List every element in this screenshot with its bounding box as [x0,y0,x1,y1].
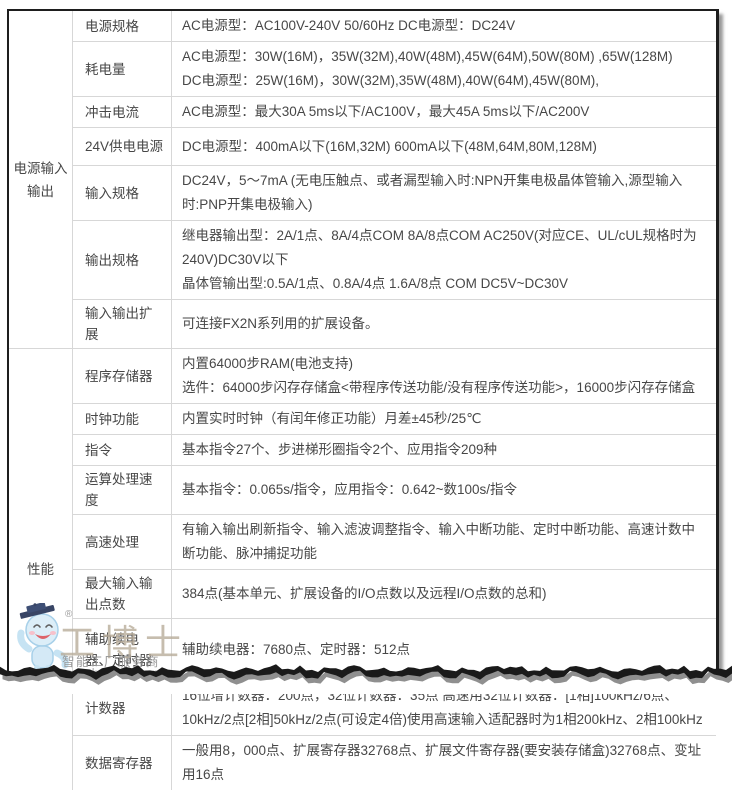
table-row: 高速处理有输入输出刷新指令、输入滤波调整指令、输入中断功能、定时中断功能、高速计… [9,515,716,570]
spec-label-cell: 时钟功能 [73,404,172,435]
spec-value-cell: DC电源型：400mA以下(16M,32M) 600mA以下(48M,64M,8… [172,128,717,166]
spec-value-cell: 内置实时时钟（有闰年修正功能）月差±45秒/25℃ [172,404,717,435]
spec-value-cell: 内置64000步RAM(电池支持)选件：64000步闪存存储盒<带程序传送功能/… [172,349,717,404]
spec-value-line: 基本指令27个、步进梯形圈指令2个、应用指令209种 [182,438,708,462]
spec-value-line: DC电源型：25W(16M)，30W(32M),35W(48M),40W(64M… [182,69,708,93]
table-row: 输出规格继电器输出型：2A/1点、8A/4点COM 8A/8点COM AC250… [9,221,716,300]
spec-value-cell: 基本指令：0.065s/指令，应用指令：0.642~数100s/指令 [172,466,717,515]
spec-label-cell: 输出规格 [73,221,172,300]
spec-label-cell: 运算处理速度 [73,466,172,515]
spec-value-line: AC电源型：最大30A 5ms以下/AC100V，最大45A 5ms以下/AC2… [182,100,708,124]
table-row: 数据寄存器一般用8，000点、扩展寄存器32768点、扩展文件寄存器(要安装存储… [9,736,716,790]
spec-value-line: 选件：64000步闪存存储盒<带程序传送功能/没有程序传送功能>，16000步闪… [182,376,708,400]
table-row: 电源输入输出电源规格AC电源型：AC100V-240V 50/60Hz DC电源… [9,11,716,42]
spec-label-cell: 指令 [73,435,172,466]
spec-value-cell: DC24V，5～7mA (无电压触点、或者漏型输入时:NPN开集电极晶体管输入,… [172,166,717,221]
table-row: 输入输出扩展可连接FX2N系列用的扩展设备。 [9,300,716,349]
table-row: 耗电量 AC电源型：30W(16M)，35W(32M),40W(48M),45W(… [9,42,716,97]
spec-label-cell: 输入规格 [73,166,172,221]
spec-value-cell: 继电器输出型：2A/1点、8A/4点COM 8A/8点COM AC250V(对应… [172,221,717,300]
spec-value-cell: AC电源型：AC100V-240V 50/60Hz DC电源型：DC24V [172,11,717,42]
spec-value-line: 有输入输出刷新指令、输入滤波调整指令、输入中断功能、定时中断功能、高速计数中断功… [182,518,708,566]
spec-category-cell: 性能 [9,349,73,790]
spec-value-line: DC24V，5～7mA (无电压触点、或者漏型输入时:NPN开集电极晶体管输入,… [182,169,708,217]
spec-label-cell: 数据寄存器 [73,736,172,790]
spec-sheet-page: 电源输入输出电源规格 AC电源型：AC100V-240V 50/60Hz DC电源… [7,9,719,672]
spec-value-line: 384点(基本单元、扩展设备的I/O点数以及远程I/O点数的总和) [182,582,708,606]
spec-label-cell: 冲击电流 [73,97,172,128]
spec-value-cell: 384点(基本单元、扩展设备的I/O点数以及远程I/O点数的总和) [172,570,717,619]
spec-value-cell: 基本指令27个、步进梯形圈指令2个、应用指令209种 [172,435,717,466]
spec-value-line: 一般用8，000点、扩展寄存器32768点、扩展文件寄存器(要安装存储盒)327… [182,739,708,787]
spec-value-line: 可连接FX2N系列用的扩展设备。 [182,312,708,336]
spec-value-cell: AC电源型：最大30A 5ms以下/AC100V，最大45A 5ms以下/AC2… [172,97,717,128]
spec-value-cell: 可连接FX2N系列用的扩展设备。 [172,300,717,349]
table-row: 时钟功能内置实时时钟（有闰年修正功能）月差±45秒/25℃ [9,404,716,435]
spec-label-cell: 输入输出扩展 [73,300,172,349]
spec-label-cell: 程序存储器 [73,349,172,404]
spec-category-cell: 电源输入输出 [9,11,73,349]
spec-label-cell: 24V供电电源 [73,128,172,166]
spec-value-cell: 一般用8，000点、扩展寄存器32768点、扩展文件寄存器(要安装存储盒)327… [172,736,717,790]
spec-value-line: AC电源型：30W(16M)，35W(32M),40W(48M),45W(64M… [182,45,708,69]
spec-label-cell: 高速处理 [73,515,172,570]
table-row: 输入规格DC24V，5～7mA (无电压触点、或者漏型输入时:NPN开集电极晶体… [9,166,716,221]
spec-value-cell: AC电源型：30W(16M)，35W(32M),40W(48M),45W(64M… [172,42,717,97]
spec-value-cell: 有输入输出刷新指令、输入滤波调整指令、输入中断功能、定时中断功能、高速计数中断功… [172,515,717,570]
spec-value-line: 继电器输出型：2A/1点、8A/4点COM 8A/8点COM AC250V(对应… [182,224,708,272]
table-row: 冲击电流 AC电源型：最大30A 5ms以下/AC100V，最大45A 5ms以下… [9,97,716,128]
table-row: 24V供电电源 DC电源型：400mA以下(16M,32M) 600mA以下(48… [9,128,716,166]
spec-label-cell: 最大输入输出点数 [73,570,172,619]
table-row: 性能程序存储器内置64000步RAM(电池支持)选件：64000步闪存存储盒<带… [9,349,716,404]
table-row: 运算处理速度基本指令：0.065s/指令，应用指令：0.642~数100s/指令 [9,466,716,515]
torn-edge-decoration [0,656,732,694]
spec-value-line: AC电源型：AC100V-240V 50/60Hz DC电源型：DC24V [182,14,708,38]
spec-value-line: 内置64000步RAM(电池支持) [182,352,708,376]
spec-value-line: 内置实时时钟（有闰年修正功能）月差±45秒/25℃ [182,407,708,431]
spec-value-line: 基本指令：0.065s/指令，应用指令：0.642~数100s/指令 [182,478,708,502]
table-row: 指令基本指令27个、步进梯形圈指令2个、应用指令209种 [9,435,716,466]
table-row: 最大输入输出点数 384点(基本单元、扩展设备的I/O点数以及远程I/O点数的总和… [9,570,716,619]
spec-label-cell: 电源规格 [73,11,172,42]
spec-value-line: 晶体管输出型:0.5A/1点、0.8A/4点 1.6A/8点 COM DC5V~… [182,272,708,296]
spec-label-cell: 耗电量 [73,42,172,97]
spec-value-line: DC电源型：400mA以下(16M,32M) 600mA以下(48M,64M,8… [182,135,708,159]
